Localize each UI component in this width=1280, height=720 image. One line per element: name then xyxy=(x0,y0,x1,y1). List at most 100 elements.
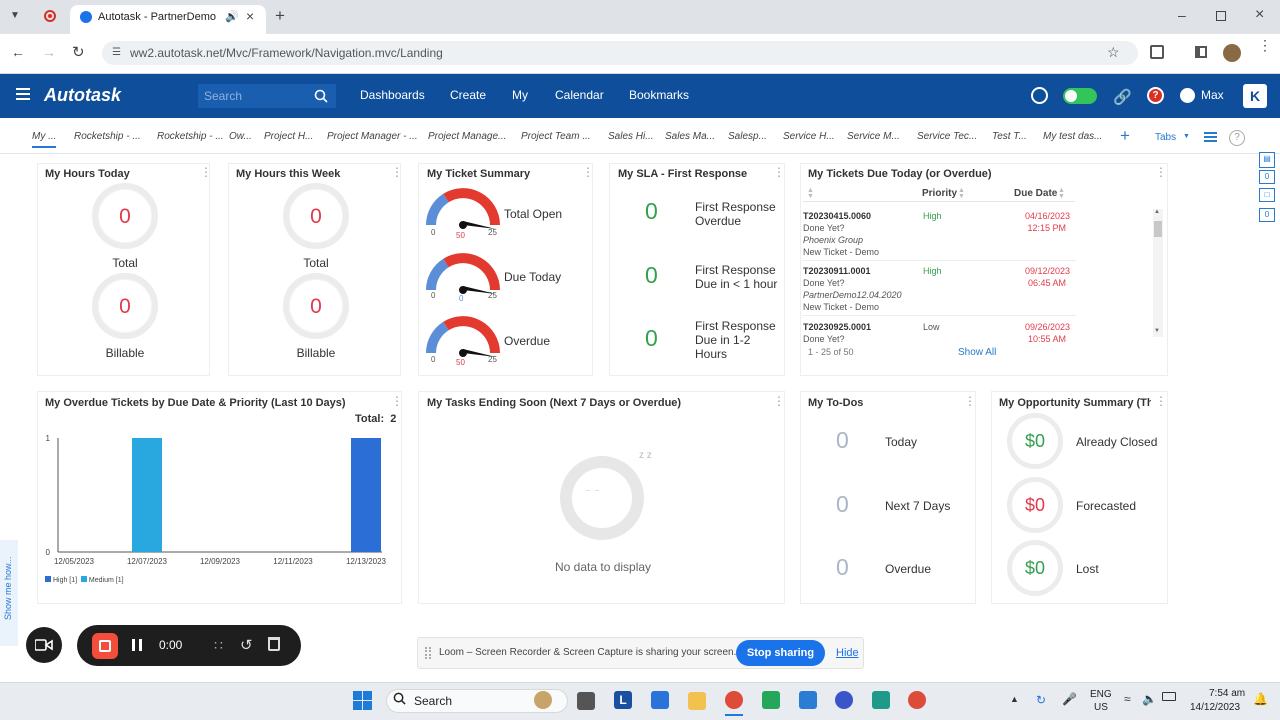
dashboard-tab[interactable]: Project Team ... xyxy=(521,131,591,142)
tickets-scrollbar[interactable]: ▲ ▼ xyxy=(1153,209,1163,337)
task-view-icon[interactable] xyxy=(577,692,595,710)
list-view-icon[interactable] xyxy=(1204,132,1217,142)
show-me-how-tab[interactable]: Show me how... xyxy=(0,540,18,646)
show-all-link[interactable]: Show All xyxy=(958,347,996,358)
side-badge[interactable]: 0 xyxy=(1259,170,1275,184)
restart-icon[interactable]: ↺ xyxy=(240,636,253,654)
extensions-icon[interactable] xyxy=(1150,45,1164,59)
side-panel-icon[interactable] xyxy=(1195,46,1207,58)
clock-date[interactable]: 14/12/2023 xyxy=(1190,702,1240,713)
dashboard-tab-my[interactable]: My ... xyxy=(32,131,57,148)
search-icon[interactable] xyxy=(314,89,328,103)
recent-clock-icon[interactable] xyxy=(1031,87,1048,104)
sla-value[interactable]: 0 xyxy=(645,325,658,352)
drawing-grid-icon[interactable]: ∷ xyxy=(214,637,223,654)
widget-menu-icon[interactable]: ⋮ xyxy=(582,166,594,178)
todo-value[interactable]: 0 xyxy=(836,491,849,518)
back-arrow-icon[interactable]: ← xyxy=(11,44,25,60)
nav-dashboards[interactable]: Dashboards xyxy=(360,88,425,102)
notification-bell-icon[interactable]: 🔔 xyxy=(1253,692,1268,706)
site-info-icon[interactable]: ☰ xyxy=(112,47,121,58)
tabs-chevron-icon[interactable]: ▼ xyxy=(1183,133,1190,140)
pause-icon[interactable] xyxy=(132,639,142,651)
app-icon[interactable] xyxy=(651,691,669,709)
column-header-due-date[interactable]: Due Date xyxy=(1014,188,1057,199)
gauge-label-overdue[interactable]: Overdue xyxy=(504,334,550,348)
browser-menu-icon[interactable]: ⋮ xyxy=(1258,38,1272,52)
legend-high[interactable]: High [1] xyxy=(53,577,77,584)
battery-icon[interactable] xyxy=(1162,692,1176,701)
dashboard-tab[interactable]: Service H... xyxy=(783,131,835,142)
sla-value[interactable]: 0 xyxy=(645,198,658,225)
tab-close-icon[interactable]: × xyxy=(246,8,254,24)
table-row[interactable]: T20230911.0001 Done Yet? PartnerDemo12.0… xyxy=(802,264,1076,316)
chrome-icon[interactable] xyxy=(908,691,926,709)
widget-menu-icon[interactable]: ⋮ xyxy=(200,166,212,178)
stop-sharing-button[interactable]: Stop sharing xyxy=(736,640,825,666)
tray-mic-icon[interactable]: 🎤 xyxy=(1062,692,1077,706)
drag-handle-icon[interactable] xyxy=(425,647,431,659)
status-toggle[interactable] xyxy=(1063,88,1097,104)
help-icon[interactable]: ? xyxy=(1147,87,1164,104)
widget-menu-icon[interactable]: ⋮ xyxy=(391,395,403,407)
volume-icon[interactable]: 🔈 xyxy=(1142,692,1157,706)
dashboard-tab[interactable]: Rocketship - ... xyxy=(74,131,141,142)
add-tab-plus-icon[interactable]: + xyxy=(1120,126,1130,146)
widget-menu-icon[interactable]: ⋮ xyxy=(964,395,976,407)
gauge-label-due-today[interactable]: Due Today xyxy=(504,270,561,284)
widget-menu-icon[interactable]: ⋮ xyxy=(391,166,403,178)
dashboard-tab[interactable]: Rocketship - ... xyxy=(157,131,224,142)
dashboard-tab[interactable]: Project Manage... xyxy=(428,131,506,142)
autotask-logo[interactable]: Autotask xyxy=(44,85,121,106)
dashboard-tab[interactable]: Test T... xyxy=(992,131,1027,142)
tray-sync-icon[interactable]: ↻ xyxy=(1036,693,1046,707)
opp-value[interactable]: $0 xyxy=(1007,495,1063,516)
lucid-app-icon[interactable]: L xyxy=(614,691,632,709)
language[interactable]: ENG xyxy=(1090,689,1112,700)
opp-value[interactable]: $0 xyxy=(1007,431,1063,452)
search-highlight-icon[interactable] xyxy=(534,691,552,709)
table-row[interactable]: T20230925.0001 Done Yet? Low 09/26/2023 … xyxy=(802,320,1076,343)
search-input[interactable] xyxy=(204,89,304,103)
tab-list-chevron-icon[interactable]: ▼ xyxy=(10,10,20,21)
nav-calendar[interactable]: Calendar xyxy=(555,88,604,102)
nav-bookmarks[interactable]: Bookmarks xyxy=(629,88,689,102)
gauge-label-total-open[interactable]: Total Open xyxy=(504,207,562,221)
delete-trash-icon[interactable] xyxy=(268,637,280,651)
link-icon[interactable]: 🔗 xyxy=(1113,88,1132,106)
column-header-priority[interactable]: Priority xyxy=(922,188,957,199)
dashboard-tab[interactable]: Project H... xyxy=(264,131,313,142)
legend-medium[interactable]: Medium [1] xyxy=(89,577,124,584)
side-badge[interactable]: 0 xyxy=(1259,208,1275,222)
wifi-icon[interactable]: ≈ xyxy=(1124,692,1131,706)
file-explorer-icon[interactable] xyxy=(688,692,706,710)
clock-time[interactable]: 7:54 am xyxy=(1209,688,1245,699)
opp-value[interactable]: $0 xyxy=(1007,558,1063,579)
dashboard-tab[interactable]: Sales Ma... xyxy=(665,131,715,142)
side-clipboard-icon[interactable]: □ xyxy=(1259,188,1275,202)
ticket-number[interactable]: T20230925.0001 xyxy=(803,322,871,332)
tab-audio-icon[interactable]: 🔊 xyxy=(225,10,239,23)
bookmark-star-icon[interactable]: ☆ xyxy=(1107,44,1120,61)
user-name[interactable]: Max xyxy=(1201,88,1224,102)
dashboard-tab[interactable]: Ow... xyxy=(229,131,252,142)
recording-tab-icon[interactable] xyxy=(44,10,56,22)
hamburger-menu-icon[interactable] xyxy=(16,88,30,100)
tabs-menu[interactable]: Tabs xyxy=(1155,132,1176,143)
camera-button[interactable] xyxy=(26,627,62,663)
widget-menu-icon[interactable]: ⋮ xyxy=(1155,166,1167,178)
dashboard-tab[interactable]: Service M... xyxy=(847,131,900,142)
sort-icon[interactable]: ▲ ▼ xyxy=(807,187,814,200)
widget-menu-icon[interactable]: ⋮ xyxy=(1155,395,1167,407)
chrome-active-icon[interactable] xyxy=(725,691,743,709)
show-me-how-label[interactable]: Show me how... xyxy=(3,556,13,620)
dashboard-tab[interactable]: Service Tec... xyxy=(917,131,977,142)
sort-icon[interactable]: ▲ ▼ xyxy=(958,187,965,200)
reload-icon[interactable]: ↻ xyxy=(72,43,85,61)
sort-icon[interactable]: ▲ ▼ xyxy=(1058,187,1065,200)
dashboard-tab[interactable]: My test das... xyxy=(1043,131,1102,142)
tray-chevron-icon[interactable]: ▲ xyxy=(1010,694,1019,704)
forward-arrow-icon[interactable]: → xyxy=(42,44,56,60)
widget-menu-icon[interactable]: ⋮ xyxy=(773,166,785,178)
sla-value[interactable]: 0 xyxy=(645,262,658,289)
